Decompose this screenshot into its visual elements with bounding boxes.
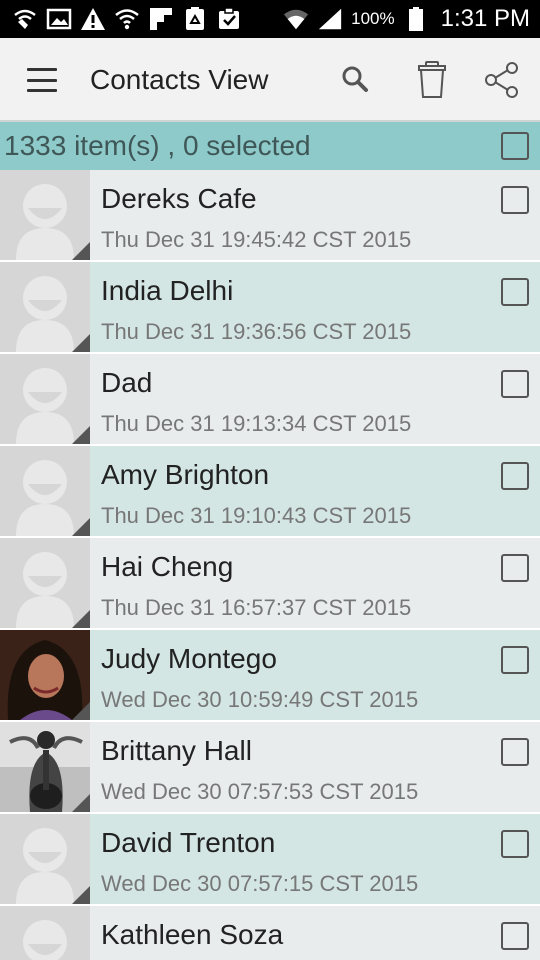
- contact-row[interactable]: Judy Montego Wed Dec 30 10:59:49 CST 2015: [0, 630, 540, 722]
- select-all-checkbox[interactable]: [501, 132, 529, 160]
- clipboard-check-icon: [216, 6, 242, 32]
- avatar-placeholder-icon: [0, 446, 90, 536]
- app-bar: Contacts View: [0, 38, 540, 122]
- selection-summary: 1333 item(s) , 0 selected: [4, 130, 311, 161]
- quick-contact-corner-icon: [72, 610, 90, 628]
- contact-checkbox[interactable]: [501, 370, 529, 398]
- quick-contact-corner-icon: [72, 794, 90, 812]
- contact-name: Hai Cheng: [101, 551, 234, 582]
- page-title: Contacts View: [90, 64, 269, 95]
- status-bar: 100% 1:31 PM: [0, 0, 540, 38]
- contact-name: Kathleen Soza: [101, 919, 284, 950]
- contact-row[interactable]: Brittany Hall Wed Dec 30 07:57:53 CST 201…: [0, 722, 540, 814]
- battery-icon: [403, 6, 429, 32]
- avatar: [0, 722, 90, 812]
- contact-date: Wed Dec 30 10:59:49 CST 2015: [101, 687, 419, 712]
- avatar: [0, 630, 90, 720]
- quick-contact-corner-icon: [72, 518, 90, 536]
- contact-date: Wed Dec 30 07:57:53 CST 2015: [101, 779, 419, 804]
- contact-name: Dad: [101, 367, 153, 398]
- contact-date: Thu Dec 31 16:57:37 CST 2015: [101, 595, 412, 620]
- contact-row[interactable]: Dad Thu Dec 31 19:13:34 CST 2015: [0, 354, 540, 446]
- contact-row[interactable]: Hai Cheng Thu Dec 31 16:57:37 CST 2015: [0, 538, 540, 630]
- recycle-icon: [182, 6, 208, 32]
- contact-name: Amy Brighton: [101, 459, 270, 490]
- avatar-placeholder-icon: [0, 814, 90, 904]
- delete-icon[interactable]: [410, 58, 454, 102]
- quick-contact-corner-icon: [72, 886, 90, 904]
- contact-row[interactable]: Amy Brighton Thu Dec 31 19:10:43 CST 2015: [0, 446, 540, 538]
- contact-name: Judy Montego: [101, 643, 277, 674]
- screen: 100% 1:31 PM Contacts View 1333 item(s) …: [0, 0, 540, 960]
- contact-list: Dereks Cafe Thu Dec 31 19:45:42 CST 2015 I…: [0, 170, 540, 960]
- gallery-icon: [46, 6, 72, 32]
- cell-signal-icon: [317, 6, 343, 32]
- contact-name: India Delhi: [101, 275, 234, 306]
- wifi-signal-icon: [283, 6, 309, 32]
- contact-date: Thu Dec 31 19:36:56 CST 2015: [101, 319, 412, 344]
- contact-date: Thu Dec 31 19:13:34 CST 2015: [101, 411, 412, 436]
- contact-name: Dereks Cafe: [101, 183, 257, 214]
- contact-row[interactable]: Dereks Cafe Thu Dec 31 19:45:42 CST 2015: [0, 170, 540, 262]
- quick-contact-corner-icon: [72, 334, 90, 352]
- quick-contact-corner-icon: [72, 426, 90, 444]
- contact-checkbox[interactable]: [501, 554, 529, 582]
- wifi-icon: [114, 6, 140, 32]
- notification-icons: [12, 5, 242, 33]
- warning-icon: [80, 6, 106, 32]
- contact-date: Wed Dec 30 07:57:15 CST 2015: [101, 871, 419, 896]
- contact-row[interactable]: India Delhi Thu Dec 31 19:36:56 CST 2015: [0, 262, 540, 354]
- menu-icon[interactable]: [22, 64, 62, 96]
- system-status: 100% 1:31 PM: [283, 0, 530, 38]
- battery-percent: 100%: [351, 9, 395, 28]
- contact-checkbox[interactable]: [501, 738, 529, 766]
- contact-name: Brittany Hall: [101, 735, 252, 766]
- contact-checkbox[interactable]: [501, 922, 529, 950]
- contact-row[interactable]: Kathleen Soza: [0, 906, 540, 960]
- contact-date: Thu Dec 31 19:45:42 CST 2015: [101, 227, 412, 252]
- contact-checkbox[interactable]: [501, 646, 529, 674]
- search-icon[interactable]: [333, 58, 377, 102]
- selection-header: 1333 item(s) , 0 selected: [0, 122, 540, 170]
- avatar-placeholder-icon: [0, 262, 90, 352]
- wifi-calling-icon: [12, 6, 38, 32]
- contact-checkbox[interactable]: [501, 830, 529, 858]
- contact-checkbox[interactable]: [501, 186, 529, 214]
- flipboard-icon: [148, 6, 174, 32]
- avatar-placeholder-icon: [0, 906, 90, 960]
- clock: 1:31 PM: [440, 5, 530, 32]
- contact-row[interactable]: David Trenton Wed Dec 30 07:57:15 CST 201…: [0, 814, 540, 906]
- contact-date: Thu Dec 31 19:10:43 CST 2015: [101, 503, 412, 528]
- contact-checkbox[interactable]: [501, 462, 529, 490]
- share-icon[interactable]: [480, 58, 524, 102]
- contact-checkbox[interactable]: [501, 278, 529, 306]
- avatar-placeholder-icon: [0, 170, 90, 260]
- quick-contact-corner-icon: [72, 702, 90, 720]
- contact-name: David Trenton: [101, 827, 276, 858]
- quick-contact-corner-icon: [72, 242, 90, 260]
- avatar-placeholder-icon: [0, 538, 90, 628]
- avatar-placeholder-icon: [0, 354, 90, 444]
